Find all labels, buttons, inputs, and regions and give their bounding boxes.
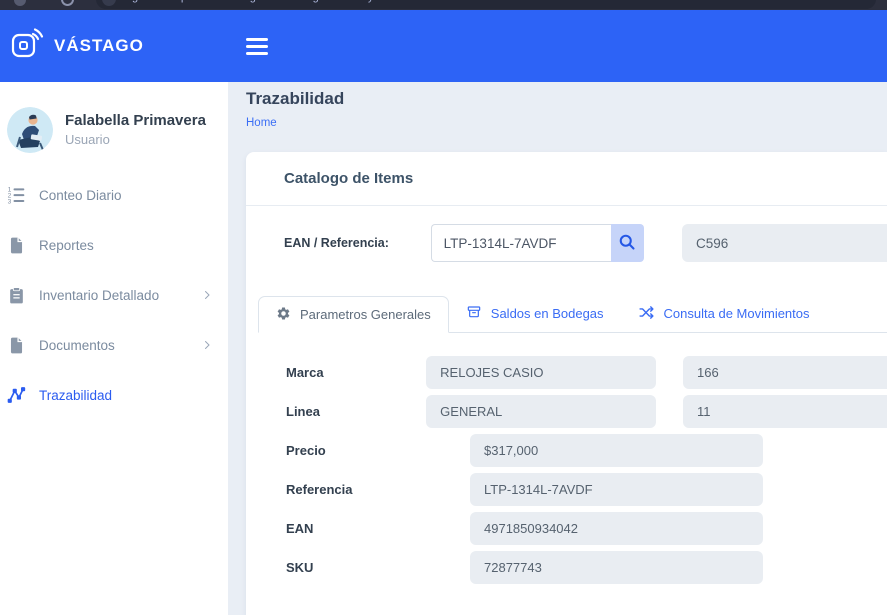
tab-parametros-generales[interactable]: Parametros Generales: [258, 296, 449, 333]
url-text: gamboutique.com/Vastago/dist/VastagoWeb/…: [132, 0, 507, 3]
marca-code-field: [683, 356, 887, 389]
field-label: Precio: [286, 443, 470, 458]
tab-consulta-de-movimientos[interactable]: Consulta de Movimientos: [621, 295, 827, 332]
network-icon: [5, 384, 27, 406]
ean-search-row: EAN / Referencia:: [284, 224, 887, 262]
parametros-generales-panel: Marca Linea Precio Referencia: [286, 356, 887, 584]
user-name: Falabella Primavera: [65, 112, 206, 129]
ean-field: [470, 512, 763, 545]
search-button[interactable]: [611, 224, 644, 262]
sidebar-menu: 1 2 3 Conteo Diario Reportes: [0, 170, 228, 420]
sidebar-item-label: Conteo Diario: [39, 188, 122, 203]
tabs: Parametros Generales Saldos en Bodegas: [258, 296, 887, 333]
tab-label: Saldos en Bodegas: [491, 306, 604, 321]
sidebar-item-label: Trazabilidad: [39, 388, 112, 403]
user-block: Falabella Primavera Usuario: [0, 82, 228, 153]
top-navbar: VÁSTAGO: [0, 10, 887, 82]
tab-saldos-en-bodegas[interactable]: Saldos en Bodegas: [449, 295, 621, 332]
field-label: SKU: [286, 560, 470, 575]
precio-field: [470, 434, 763, 467]
archive-icon: [466, 304, 482, 323]
field-label: Linea: [286, 404, 426, 419]
field-label: EAN: [286, 521, 470, 536]
field-row-precio: Precio: [286, 434, 887, 467]
brand[interactable]: VÁSTAGO: [0, 26, 228, 67]
page-title: Trazabilidad: [246, 89, 887, 109]
sidebar-item-trazabilidad[interactable]: Trazabilidad: [0, 370, 228, 420]
field-label: Referencia: [286, 482, 470, 497]
clipboard-icon: [5, 284, 27, 306]
field-row-ean: EAN: [286, 512, 887, 545]
sidebar-item-label: Documentos: [39, 338, 115, 353]
brand-title: VÁSTAGO: [54, 36, 144, 56]
field-row-sku: SKU: [286, 551, 887, 584]
shuffle-icon: [638, 304, 655, 324]
browser-chrome: gamboutique.com/Vastago/dist/VastagoWeb/…: [0, 0, 887, 10]
svg-text:3: 3: [8, 198, 12, 205]
address-bar[interactable]: gamboutique.com/Vastago/dist/VastagoWeb/…: [96, 0, 876, 9]
ean-search-input[interactable]: [431, 224, 611, 262]
field-row-marca: Marca: [286, 356, 887, 389]
breadcrumb-home-link[interactable]: Home: [246, 117, 277, 129]
sidebar-item-inventario-detallado[interactable]: Inventario Detallado: [0, 270, 228, 320]
field-label: Marca: [286, 365, 426, 380]
hamburger-menu-icon[interactable]: [246, 34, 268, 59]
ean-search-label: EAN / Referencia:: [284, 236, 431, 250]
catalog-card: Catalogo de Items EAN / Referencia:: [246, 152, 887, 615]
tab-label: Consulta de Movimientos: [664, 306, 810, 321]
site-info-icon[interactable]: [102, 0, 116, 6]
sidebar-item-documentos[interactable]: Documentos: [0, 320, 228, 370]
chevron-right-icon: [201, 339, 213, 351]
referencia-field: [470, 473, 763, 506]
app-window: gamboutique.com/Vastago/dist/VastagoWeb/…: [0, 0, 887, 615]
sku-field: [470, 551, 763, 584]
sidebar-item-reportes[interactable]: Reportes: [0, 220, 228, 270]
numbered-list-icon: 1 2 3: [5, 184, 27, 206]
file-icon: [5, 334, 27, 356]
card-title: Catalogo de Items: [284, 170, 413, 187]
linea-field: [426, 395, 656, 428]
file-icon: [5, 234, 27, 256]
tab-label: Parametros Generales: [300, 307, 431, 322]
sidebar-item-conteo-diario[interactable]: 1 2 3 Conteo Diario: [0, 170, 228, 220]
reload-icon[interactable]: [61, 0, 74, 6]
marca-field: [426, 356, 656, 389]
field-row-linea: Linea: [286, 395, 887, 428]
rfid-logo-icon: [9, 26, 45, 67]
browser-tab-favicon: [14, 0, 26, 6]
item-code-field: [682, 224, 887, 262]
field-row-referencia: Referencia: [286, 473, 887, 506]
linea-code-field: [683, 395, 887, 428]
gear-icon: [276, 306, 291, 324]
user-role: Usuario: [65, 132, 206, 147]
main-content: Trazabilidad Home Catalogo de Items EAN …: [228, 82, 887, 615]
sidebar: Falabella Primavera Usuario 1 2 3 Conteo…: [0, 82, 228, 615]
sidebar-item-label: Reportes: [39, 238, 94, 253]
search-icon: [617, 232, 637, 255]
chevron-right-icon: [201, 289, 213, 301]
user-avatar: [7, 107, 53, 153]
sidebar-item-label: Inventario Detallado: [39, 288, 159, 303]
